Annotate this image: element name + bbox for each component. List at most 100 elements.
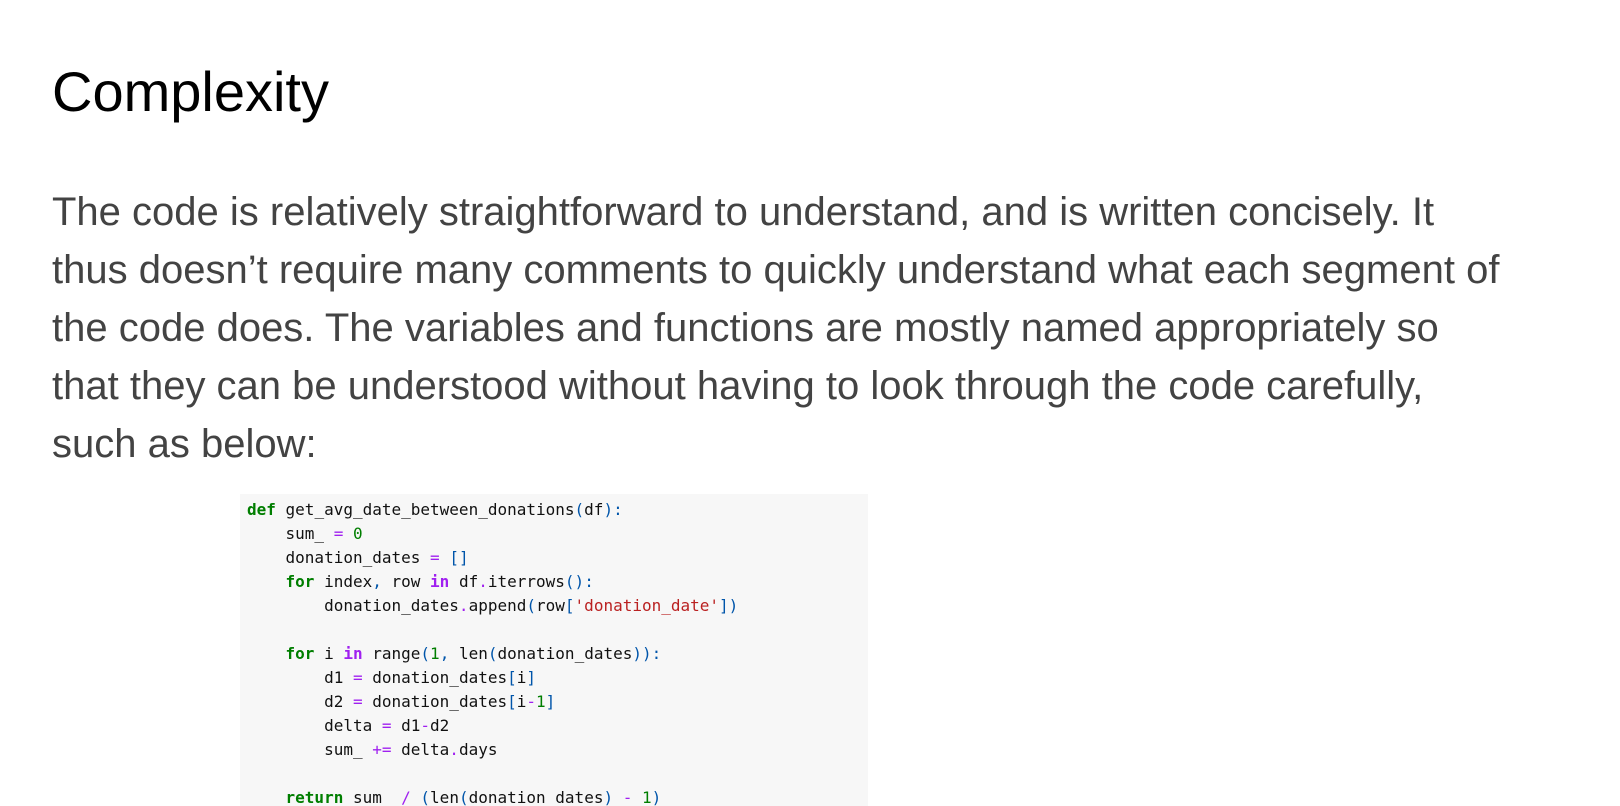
code-token: in xyxy=(343,644,363,663)
code-token: ( xyxy=(526,596,536,615)
code-token: donation_dates xyxy=(497,644,633,663)
code-token: ): xyxy=(603,500,623,519)
code-token: d1 xyxy=(391,716,421,735)
paragraph-line: thus doesn’t require many comments to qu… xyxy=(52,248,1500,292)
code-token: d1 xyxy=(247,668,353,687)
code-line: donation_dates = [] xyxy=(247,546,738,570)
code-token: df xyxy=(584,500,604,519)
code-token: . xyxy=(449,740,459,759)
code-token: return xyxy=(247,788,344,806)
code-token: donation_dates xyxy=(247,596,459,615)
code-token: range xyxy=(362,644,421,663)
code-token: row xyxy=(536,596,565,615)
code-token: [ xyxy=(564,596,575,615)
code-token: donation_dates xyxy=(468,788,604,806)
code-token: , xyxy=(372,572,382,591)
code-token: . xyxy=(458,596,469,615)
code-token: = xyxy=(430,548,440,567)
code-token: - xyxy=(622,788,633,806)
code-token: delta xyxy=(247,716,382,735)
code-token: 1 xyxy=(536,692,546,711)
code-token: = xyxy=(352,668,363,687)
code-token: donation_dates xyxy=(247,548,431,567)
code-token: 1 xyxy=(430,644,440,663)
code-line: def get_avg_date_between_donations(df): xyxy=(247,498,738,522)
code-line: for i in range(1, len(donation_dates)): xyxy=(247,642,738,666)
code-token: ( xyxy=(420,788,431,806)
code-token: ( xyxy=(574,500,585,519)
code-token: days xyxy=(458,740,498,759)
code-token: def xyxy=(247,500,276,519)
code-token: ) xyxy=(603,788,614,806)
code-token: ]) xyxy=(719,596,739,615)
code-token: = xyxy=(381,716,392,735)
code-token: 1 xyxy=(642,788,652,806)
code-screenshot: def get_avg_date_between_donations(df): … xyxy=(240,494,868,806)
code-token: 0 xyxy=(352,524,363,543)
code-token: row xyxy=(381,572,431,591)
code-token: += xyxy=(372,740,392,759)
code-line: delta = d1-d2 xyxy=(247,714,738,738)
code-token: d2 xyxy=(430,716,450,735)
section-heading: Complexity xyxy=(52,60,329,123)
code-line: for index, row in df.iterrows(): xyxy=(247,570,738,594)
code-token: sum_ xyxy=(343,788,402,806)
code-listing: def get_avg_date_between_donations(df): … xyxy=(247,498,738,806)
code-token: i xyxy=(516,692,527,711)
code-line: d2 = donation_dates[i-1] xyxy=(247,690,738,714)
code-token: - xyxy=(420,716,431,735)
code-token: 'donation_date' xyxy=(574,596,720,615)
code-token: delta xyxy=(391,740,450,759)
code-token: iterrows xyxy=(487,572,565,591)
code-token: / xyxy=(401,788,411,806)
code-token: donation_dates xyxy=(362,692,508,711)
code-token: ( xyxy=(458,788,469,806)
code-token: sum_ xyxy=(247,740,373,759)
code-line: donation_dates.append(row['donation_date… xyxy=(247,594,738,618)
code-token: )): xyxy=(632,644,662,663)
code-token: ] xyxy=(526,668,537,687)
code-token: len xyxy=(449,644,488,663)
code-token: [ xyxy=(507,692,517,711)
code-token: ( xyxy=(420,644,431,663)
code-token: get_avg_date_between_donations xyxy=(275,500,575,519)
code-token: i xyxy=(314,644,344,663)
code-token: ) xyxy=(651,788,662,806)
code-token: append xyxy=(468,596,527,615)
code-line: sum_ = 0 xyxy=(247,522,738,546)
code-token: d2 xyxy=(247,692,353,711)
code-token: , xyxy=(439,644,450,663)
code-token: - xyxy=(526,692,537,711)
code-line: sum_ += delta.days xyxy=(247,738,738,762)
code-token: = xyxy=(352,692,363,711)
code-token: . xyxy=(478,572,488,591)
code-line: d1 = donation_dates[i] xyxy=(247,666,738,690)
code-token: sum_ xyxy=(247,524,334,543)
paragraph-line: The code is relatively straightforward t… xyxy=(52,190,1435,234)
paragraph-line: the code does. The variables and functio… xyxy=(52,306,1439,350)
code-token: len xyxy=(430,788,459,806)
code-token: [ xyxy=(507,668,517,687)
code-token: donation_dates xyxy=(362,668,508,687)
code-token: [] xyxy=(449,548,469,567)
code-token: ( xyxy=(487,644,498,663)
code-token: i xyxy=(516,668,527,687)
code-token: ] xyxy=(545,692,556,711)
code-token: df xyxy=(449,572,479,591)
code-token: for xyxy=(247,644,315,663)
code-token: = xyxy=(333,524,344,543)
paragraph-line: that they can be understood without havi… xyxy=(52,364,1424,408)
code-token: for xyxy=(247,572,315,591)
code-line: return sum_ / (len(donation_dates) - 1) xyxy=(247,786,738,806)
body-paragraph: The code is relatively straightforward t… xyxy=(52,183,1612,473)
code-token: index xyxy=(314,572,373,591)
paragraph-line: such as below: xyxy=(52,422,317,466)
code-token: in xyxy=(430,572,450,591)
